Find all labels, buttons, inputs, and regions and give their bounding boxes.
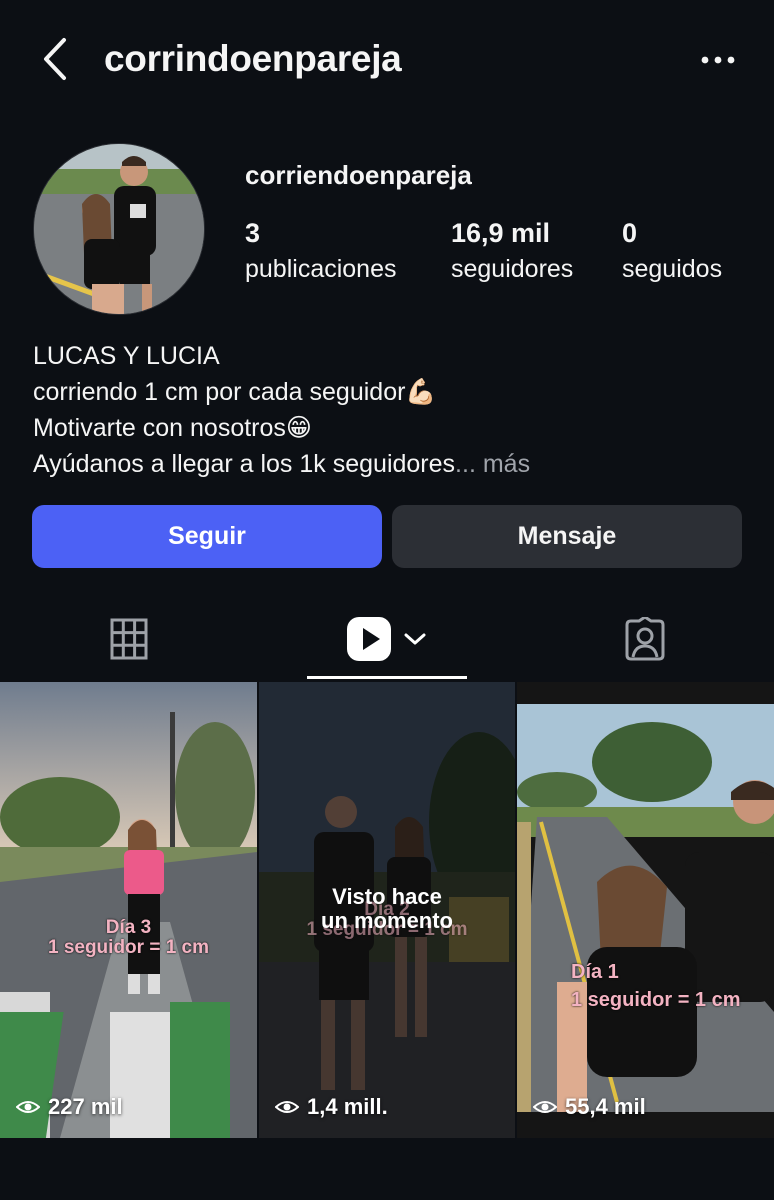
stat-following-value: 0: [622, 218, 638, 248]
profile-header-title: corrindoenpareja: [104, 38, 402, 79]
stat-followers-value: 16,9 mil: [451, 218, 551, 248]
stat-posts: 3 publicaciones: [245, 218, 397, 284]
profile-username: corriendoenpareja: [245, 160, 472, 190]
follow-button[interactable]: Seguir: [32, 505, 382, 568]
stat-following-label: seguidos: [622, 255, 723, 283]
reel-3-view-count: 55,4 mil: [565, 1094, 646, 1119]
bio-more-link[interactable]: más: [476, 450, 530, 478]
reel-1-overlay-line1: Día 3: [105, 917, 152, 938]
reel-3-views: 55,4 mil: [533, 1094, 646, 1120]
top-bar: corrindoenpareja: [0, 0, 774, 120]
reel-1-overlay: Día 3 1 seguidor = 1 cm: [0, 918, 257, 958]
reel-3-image: [517, 682, 774, 1138]
eye-icon: [275, 1101, 299, 1113]
stat-following[interactable]: 0 seguidos: [622, 218, 722, 284]
back-button[interactable]: [36, 36, 76, 82]
message-button[interactable]: Mensaje: [392, 505, 742, 568]
bio-line-3: Motivarte con nosotros😁: [33, 414, 312, 442]
reel-thumbnail-1[interactable]: Día 3 1 seguidor = 1 cm 227 mil: [0, 682, 257, 1138]
reel-3-overlay-line2: 1 seguidor = 1 cm: [571, 989, 741, 1011]
active-tab-indicator: [307, 676, 467, 679]
more-options-button[interactable]: [698, 46, 742, 74]
bio-line-4: Ayúdanos a llegar a los 1k seguidores...…: [33, 446, 530, 482]
avatar-photo: [34, 144, 204, 314]
bio-line-name: LUCAS Y LUCIA: [33, 342, 220, 370]
chevron-down-icon: [404, 633, 426, 645]
eye-icon: [16, 1101, 40, 1113]
reel-2-views: 1,4 mill.: [275, 1094, 388, 1120]
stat-followers-label: seguidores: [451, 255, 574, 283]
stat-posts-label: publicaciones: [245, 255, 397, 283]
grid-icon: [110, 618, 148, 660]
reel-1-view-count: 227 mil: [48, 1094, 123, 1119]
reel-1-views: 227 mil: [16, 1094, 123, 1120]
bio-line-2: corriendo 1 cm por cada seguidor💪🏻: [33, 378, 437, 406]
reels-play-icon: [347, 617, 391, 661]
reel-2-seen-line1: Visto hace: [332, 884, 442, 909]
chevron-left-icon: [44, 38, 66, 80]
reel-2-view-count: 1,4 mill.: [307, 1094, 388, 1119]
stat-followers[interactable]: 16,9 mil seguidores: [451, 218, 573, 284]
stat-posts-value: 3: [245, 218, 261, 248]
reel-2-seen-label: Visto hace un momento: [259, 885, 515, 933]
reel-1-image: [0, 682, 257, 1138]
profile-bio: LUCAS Y LUCIA corriendo 1 cm por cada se…: [33, 338, 530, 482]
more-dots-icon: [701, 56, 735, 64]
tab-tagged[interactable]: [516, 600, 774, 678]
reel-thumbnail-3[interactable]: Día 1 1 seguidor = 1 cm 55,4 mil: [517, 682, 774, 1138]
reel-3-overlay-line1: Día 1: [571, 961, 619, 983]
profile-avatar[interactable]: [33, 143, 205, 315]
reels-grid: Día 3 1 seguidor = 1 cm 227 mil Día 2 1 …: [0, 682, 774, 1138]
reel-thumbnail-2[interactable]: Día 2 1 seguidor = 1 cm Visto hace un mo…: [259, 682, 515, 1138]
reel-3-overlay: Día 1 1 seguidor = 1 cm: [525, 958, 774, 1014]
bio-ellipsis: ...: [455, 450, 476, 478]
tab-grid[interactable]: [0, 600, 258, 678]
reel-2-seen-line2: un momento: [321, 908, 453, 933]
bio-line-4-text: Ayúdanos a llegar a los 1k seguidores: [33, 450, 456, 478]
tab-reels[interactable]: [307, 600, 467, 678]
eye-icon: [533, 1101, 557, 1113]
reel-1-overlay-line2: 1 seguidor = 1 cm: [47, 937, 210, 958]
tagged-person-icon: [625, 617, 665, 661]
profile-tabs: [0, 600, 774, 680]
